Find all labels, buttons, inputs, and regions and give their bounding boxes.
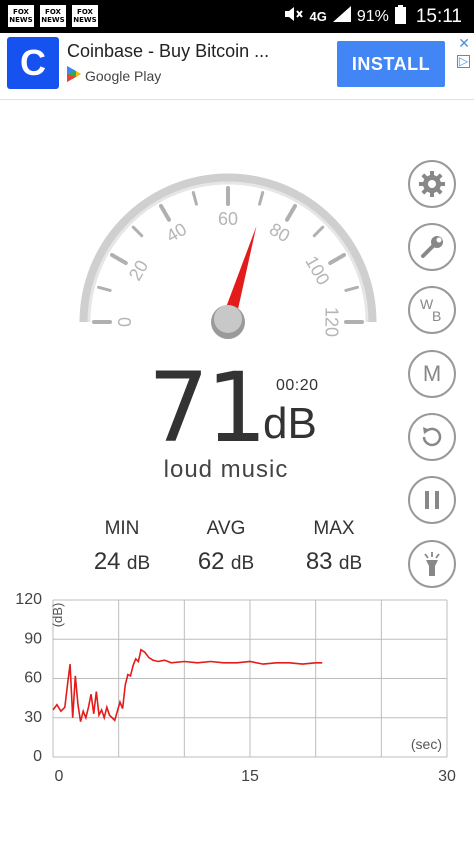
min-label: MIN: [104, 518, 140, 539]
chart-x-tick-label: 30: [438, 768, 456, 785]
ad-banner[interactable]: C Coinbase - Buy Bitcoin ... Google Play…: [0, 33, 474, 100]
fox-news-icon: FOX NEWS: [72, 5, 98, 27]
m-icon: M: [422, 361, 442, 386]
memory-button[interactable]: M: [408, 350, 456, 398]
min-stat: MIN 24 dB: [62, 518, 182, 576]
gauge-tick-label: 120: [321, 307, 341, 337]
gauge-tick: [285, 203, 297, 222]
gauge-tick: [328, 253, 347, 265]
history-chart: 120 90 60 30 0 0 15 30 (dB) (sec): [15, 591, 456, 785]
chart-y-tick-label: 120: [15, 591, 42, 608]
gauge-tick: [344, 285, 359, 292]
gauge-tick-label: 20: [125, 257, 152, 284]
gauge-tick: [191, 191, 198, 206]
ad-store: Google Play: [67, 66, 161, 85]
level-history-line: [52, 648, 323, 722]
chart-y-tick-label: 30: [24, 709, 42, 726]
current-level-unit: dB: [263, 399, 317, 448]
ad-close-icon[interactable]: ✕: [458, 35, 470, 52]
max-unit: dB: [338, 553, 363, 574]
chart-y-tick-label: 60: [24, 670, 42, 687]
max-stat: MAX 83 dB: [274, 518, 394, 576]
current-level-value: 71: [148, 352, 267, 464]
chart-x-tick-labels: 0 15 30: [55, 768, 456, 785]
gauge-tick-label: 40: [163, 219, 190, 246]
gauge-tick: [131, 225, 144, 238]
fox-news-icon: FOX NEWS: [40, 5, 66, 27]
noise-description: loud music: [163, 456, 289, 483]
gear-icon: [418, 170, 446, 198]
gauge-tick-label: 60: [218, 209, 238, 229]
settings-button[interactable]: [408, 160, 456, 208]
chart-grid: [52, 599, 448, 758]
max-value: 83: [305, 548, 333, 575]
elapsed-timer: 00:20: [276, 377, 319, 394]
battery-icon: [394, 4, 406, 29]
y-unit-label: (dB): [50, 603, 65, 628]
weighting-button[interactable]: W B: [408, 286, 456, 334]
gauge-hub-highlight: [214, 305, 242, 333]
max-label: MAX: [313, 518, 355, 539]
avg-unit: dB: [230, 553, 255, 574]
status-bar: FOX NEWS FOX NEWS FOX NEWS 4G 91% 15:11: [0, 0, 474, 33]
gauge-tick-label: 0: [115, 317, 135, 327]
pause-icon: [422, 489, 442, 511]
min-unit: dB: [126, 553, 151, 574]
calibrate-button[interactable]: [408, 223, 456, 271]
x-unit-label: (sec): [411, 736, 442, 752]
reset-button[interactable]: [408, 413, 456, 461]
gauge-tick: [97, 285, 112, 292]
clock: 15:11: [415, 5, 462, 27]
chart-x-tick-label: 0: [55, 768, 64, 785]
chart-y-tick-label: 0: [33, 748, 42, 765]
gauge-tick-label: 100: [301, 252, 333, 288]
flashlight-button[interactable]: [408, 540, 456, 588]
network-label: 4G: [309, 9, 327, 24]
reset-icon: [419, 424, 445, 450]
pause-button[interactable]: [408, 476, 456, 524]
gauge-tick: [258, 191, 265, 206]
avg-label: AVG: [206, 518, 246, 539]
gauge-tick: [312, 225, 325, 238]
google-play-icon: [67, 66, 81, 85]
install-button[interactable]: INSTALL: [337, 41, 445, 87]
ad-choices-icon[interactable]: ▷: [457, 55, 470, 68]
wrench-icon: [419, 234, 445, 260]
gauge-tick-label: 80: [266, 219, 293, 246]
fox-news-icon: FOX NEWS: [8, 5, 34, 27]
signal-icon: [332, 6, 351, 27]
gauge-tick: [159, 203, 171, 222]
mute-icon: [283, 6, 304, 27]
flashlight-icon: [421, 551, 443, 577]
avg-stat: AVG 62 dB: [166, 518, 286, 576]
chart-y-tick-label: 90: [24, 630, 42, 647]
avg-value: 62: [197, 548, 225, 575]
wb-icon: W B: [420, 296, 442, 324]
battery-percent: 91%: [356, 7, 389, 25]
ad-store-label: Google Play: [85, 67, 162, 84]
chart-x-tick-label: 15: [241, 768, 259, 785]
gauge-tick: [109, 253, 128, 265]
chart-y-tick-labels: 120 90 60 30 0: [15, 591, 42, 765]
ad-title[interactable]: Coinbase - Buy Bitcoin ...: [67, 41, 269, 62]
sound-level-gauge: 0 20 40 60 80 100 120: [79, 173, 377, 339]
min-value: 24: [93, 548, 121, 575]
ad-app-logo[interactable]: C: [7, 37, 59, 89]
